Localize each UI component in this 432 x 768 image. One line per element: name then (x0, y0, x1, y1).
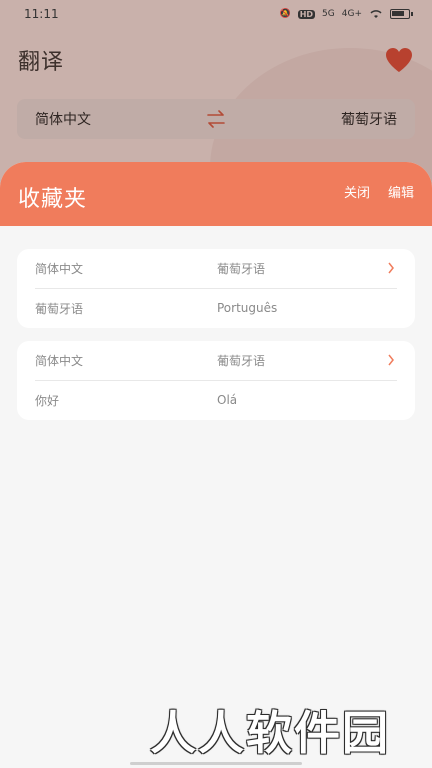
source-text: 你好 (35, 393, 60, 408)
page-title: 翻译 (18, 50, 65, 75)
language-selector: 简体中文 葡萄牙语 (17, 99, 415, 139)
favorites-title: 收藏夹 (18, 187, 88, 212)
network-4g: 4G+ (341, 9, 362, 19)
home-indicator[interactable] (130, 762, 302, 765)
source-language-label: 简体中文 (35, 354, 84, 368)
favorite-text-row: 你好 Olá (35, 380, 397, 419)
wifi-icon (370, 10, 382, 18)
network-5g: 5G (322, 9, 335, 19)
status-time: 11:11 (24, 7, 59, 21)
favorite-card[interactable]: 简体中文 葡萄牙语 葡萄牙语 Português (17, 249, 415, 328)
swap-arrows-icon[interactable] (205, 110, 227, 128)
favorites-sheet: 收藏夹 关闭 编辑 简体中文 葡萄牙语 葡萄牙语 Português 简体中文 … (0, 162, 432, 768)
close-button[interactable]: 关闭 (344, 182, 370, 201)
translated-text: Português (217, 301, 278, 315)
chevron-right-icon[interactable] (387, 354, 395, 366)
favorites-actions: 关闭 编辑 (344, 182, 414, 201)
translated-text: Olá (217, 393, 238, 407)
chevron-right-icon[interactable] (387, 262, 395, 274)
status-bar: 11:11 🔕 HD 5G 4G+ (0, 0, 432, 28)
favorite-card[interactable]: 简体中文 葡萄牙语 你好 Olá (17, 341, 415, 420)
battery-icon (390, 9, 413, 19)
watermark: 人人软件园 (150, 706, 390, 760)
target-language[interactable]: 葡萄牙语 (341, 109, 397, 129)
favorite-text-row: 葡萄牙语 Português (35, 288, 397, 327)
heart-icon[interactable] (384, 46, 414, 74)
favorite-lang-row: 简体中文 葡萄牙语 (35, 249, 397, 288)
favorites-header: 收藏夹 关闭 编辑 (0, 162, 432, 226)
favorite-lang-row: 简体中文 葡萄牙语 (35, 341, 397, 380)
status-icons: 🔕 HD 5G 4G+ (279, 9, 413, 19)
hd-badge: HD (297, 9, 316, 19)
target-language-label: 葡萄牙语 (217, 262, 266, 276)
target-language-label: 葡萄牙语 (217, 354, 266, 368)
mute-icon: 🔕 (279, 9, 291, 19)
source-text: 葡萄牙语 (35, 301, 84, 316)
edit-button[interactable]: 编辑 (388, 182, 414, 201)
source-language[interactable]: 简体中文 (35, 109, 91, 129)
favorites-list: 简体中文 葡萄牙语 葡萄牙语 Português 简体中文 葡萄牙语 你好 Ol… (0, 226, 432, 420)
source-language-label: 简体中文 (35, 262, 84, 276)
